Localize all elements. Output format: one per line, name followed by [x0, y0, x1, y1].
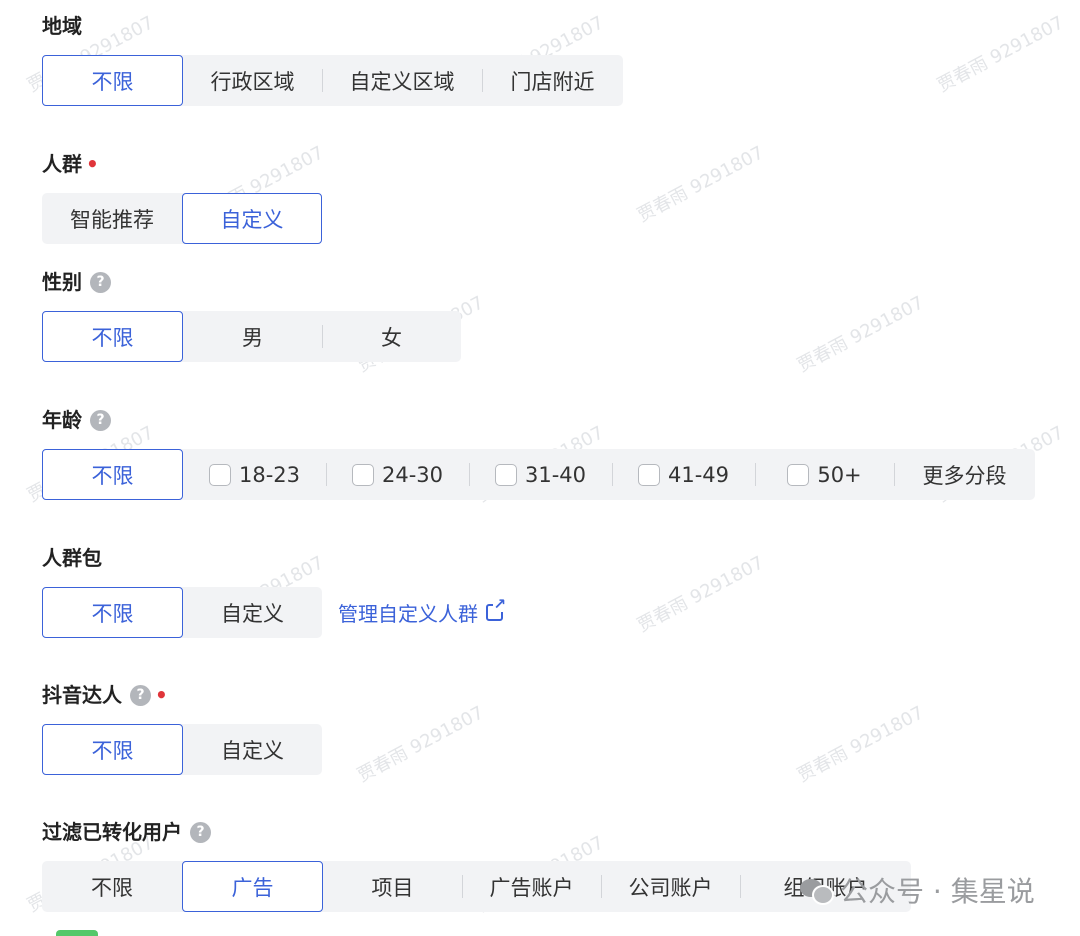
region-option-unlimited[interactable]: 不限 — [42, 55, 183, 106]
watermark: 贾春雨 9291807 — [633, 142, 768, 227]
help-icon[interactable]: ? — [90, 271, 111, 293]
audience-label: 人群 • — [42, 152, 99, 176]
filter-option-ad[interactable]: 广告 — [182, 861, 323, 912]
gender-segmented-control: 不限 男 女 — [42, 311, 461, 362]
age-option-unlimited[interactable]: 不限 — [42, 449, 183, 500]
region-option-administrative[interactable]: 行政区域 — [183, 55, 322, 106]
audience-option-smart[interactable]: 智能推荐 — [42, 193, 182, 244]
age-option-label: 31-40 — [524, 462, 587, 487]
wechat-icon — [800, 877, 834, 905]
region-option-nearby-store[interactable]: 门店附近 — [482, 55, 623, 106]
douyin-influencer-segmented-control: 不限 自定义 — [42, 724, 322, 775]
age-option-more-segments[interactable]: 更多分段 — [894, 449, 1035, 500]
age-option-label: 18-23 — [238, 462, 301, 487]
age-checkbox[interactable] — [637, 463, 660, 486]
age-option-label: 50+ — [817, 462, 862, 487]
audience-pack-label-text: 人群包 — [42, 546, 102, 570]
age-checkbox[interactable] — [208, 463, 231, 486]
region-segmented-control: 不限 行政区域 自定义区域 门店附近 — [42, 55, 623, 106]
age-option-18-23[interactable]: 18-23 — [183, 449, 326, 500]
manage-link-text: 管理自定义人群 — [338, 602, 478, 626]
age-option-31-40[interactable]: 31-40 — [469, 449, 612, 500]
age-label-text: 年龄 — [42, 408, 82, 432]
audience-pack-segmented-control: 不限 自定义 — [42, 587, 322, 638]
filter-converted-segmented-control: 不限 广告 项目 广告账户 公司账户 组织账户 — [42, 861, 911, 912]
help-icon[interactable]: ? — [130, 684, 151, 706]
region-option-custom[interactable]: 自定义区域 — [322, 55, 482, 106]
region-label: 地域 — [42, 14, 82, 38]
audience-option-custom[interactable]: 自定义 — [182, 193, 322, 244]
watermark: 贾春雨 9291807 — [793, 702, 928, 787]
age-option-41-49[interactable]: 41-49 — [612, 449, 755, 500]
age-checkbox[interactable] — [494, 463, 517, 486]
age-option-label: 24-30 — [381, 462, 444, 487]
region-label-text: 地域 — [42, 14, 82, 38]
douyin-influencer-option-custom[interactable]: 自定义 — [183, 724, 322, 775]
audience-pack-option-custom[interactable]: 自定义 — [183, 587, 322, 638]
required-marker: • — [86, 152, 99, 176]
gender-option-male[interactable]: 男 — [183, 311, 322, 362]
filter-option-company-account[interactable]: 公司账户 — [601, 861, 740, 912]
watermark: 贾春雨 9291807 — [933, 12, 1068, 97]
age-checkbox[interactable] — [351, 463, 374, 486]
douyin-influencer-option-unlimited[interactable]: 不限 — [42, 724, 183, 775]
gender-label: 性别 ? — [42, 270, 111, 294]
age-option-50-plus[interactable]: 50+ — [755, 449, 894, 500]
age-checkbox[interactable] — [787, 463, 810, 486]
age-label: 年龄 ? — [42, 408, 111, 432]
douyin-influencer-label-text: 抖音达人 — [42, 683, 122, 707]
required-marker: • — [155, 683, 168, 707]
watermark: 贾春雨 9291807 — [353, 702, 488, 787]
wechat-official-account-watermark: 公众号 · 集星说 — [800, 870, 1035, 910]
age-option-label: 41-49 — [667, 462, 730, 487]
help-icon[interactable]: ? — [190, 821, 211, 843]
douyin-influencer-label: 抖音达人 ? • — [42, 683, 168, 707]
gender-label-text: 性别 — [42, 270, 82, 294]
filter-option-ad-account[interactable]: 广告账户 — [462, 861, 601, 912]
brand-text: 公众号 · 集星说 — [840, 875, 1035, 908]
filter-option-unlimited[interactable]: 不限 — [42, 861, 182, 912]
filter-converted-label: 过滤已转化用户 ? — [42, 820, 211, 844]
help-icon[interactable]: ? — [90, 409, 111, 431]
age-option-24-30[interactable]: 24-30 — [326, 449, 469, 500]
audience-pack-label: 人群包 — [42, 546, 102, 570]
audience-segmented-control: 智能推荐 自定义 — [42, 193, 322, 244]
external-link-icon — [486, 597, 506, 621]
manage-custom-audience-link[interactable]: 管理自定义人群 — [338, 597, 506, 627]
gender-option-female[interactable]: 女 — [322, 311, 461, 362]
filter-converted-label-text: 过滤已转化用户 — [42, 820, 182, 844]
green-toggle-partial — [56, 930, 98, 936]
watermark: 贾春雨 9291807 — [633, 552, 768, 637]
filter-option-project[interactable]: 项目 — [323, 861, 462, 912]
audience-pack-option-unlimited[interactable]: 不限 — [42, 587, 183, 638]
audience-label-text: 人群 — [42, 152, 82, 176]
gender-option-unlimited[interactable]: 不限 — [42, 311, 183, 362]
age-segmented-control: 不限 18-23 24-30 31-40 41-49 50+ 更多分段 — [42, 449, 1035, 500]
watermark: 贾春雨 9291807 — [793, 292, 928, 377]
